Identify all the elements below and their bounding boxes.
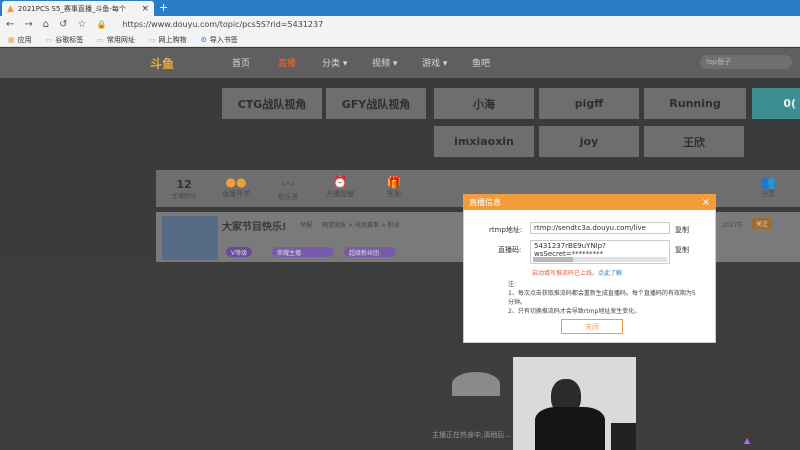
iconbar-item[interactable]: 🎁 签到 <box>372 175 416 199</box>
browser-tab[interactable]: ▲ 2021PCS S5_赛事直播_斗鱼-每个 × <box>2 1 154 16</box>
room-title: 大家节目快乐! <box>222 222 287 233</box>
room-avatar[interactable] <box>162 216 218 260</box>
nav-video[interactable]: 视频 ▾ <box>372 56 397 69</box>
bookmarks-bar: ▦ 应用 ▭ 谷歌标签 ▭ 常用网址 ▭ 网上购物 ⚙ 导入书签 <box>0 33 800 47</box>
nav-live[interactable]: 直播 <box>278 56 296 69</box>
webcam-overlay <box>513 357 636 450</box>
favicon-icon: ▲ <box>7 3 14 14</box>
lock-icon: 🔒 <box>96 20 107 29</box>
star-icon[interactable]: ☆ <box>78 19 87 30</box>
room-category[interactable]: 网游竞技 > 电竞赛事 > 职业 <box>322 220 400 229</box>
tab-title: 2021PCS S5_赛事直播_斗鱼-每个 <box>17 4 126 13</box>
bookmark-item[interactable]: ⚙ 导入书签 <box>201 35 238 45</box>
fans-badge: 超级粉丝团 <box>344 247 396 257</box>
chip-wangxin[interactable]: 王欣 <box>644 126 744 157</box>
search-input[interactable]: fop版子 <box>700 55 792 69</box>
url-input[interactable]: https://www.douyu.com/topic/pcs5S?rid=54… <box>122 20 323 29</box>
new-tab-button[interactable]: + <box>159 1 168 14</box>
bookmark-item[interactable]: ▭ 谷歌标签 <box>46 35 84 45</box>
code-scrollbar[interactable] <box>533 257 667 262</box>
grid-icon: ▦ <box>8 35 15 44</box>
chip-partial[interactable]: 0( <box>752 88 800 119</box>
report-link[interactable]: 举报 <box>300 220 312 229</box>
iconbar-item[interactable]: 〰欢乐贺 <box>266 175 310 202</box>
bookmark-item[interactable]: ▭ 常用网址 <box>97 35 135 45</box>
bookmark-apps[interactable]: ▦ 应用 <box>8 35 32 45</box>
chip-xiaohai[interactable]: 小海 <box>434 88 534 119</box>
gear-icon: ⚙ <box>200 35 207 44</box>
warning-text: 启动填写推流码已上线。点此了解 <box>532 270 623 277</box>
chip-ctg[interactable]: CTG战队视角 <box>222 88 322 119</box>
follow-button[interactable]: 关注 <box>752 218 773 229</box>
site-nav <box>0 48 800 78</box>
iconbar-item[interactable]: 👥 分享 <box>746 175 790 199</box>
close-button[interactable]: 关闭 <box>561 319 623 334</box>
home-icon[interactable]: ⌂ <box>43 19 49 30</box>
bookmark-item[interactable]: ▭ 网上购物 <box>149 35 187 45</box>
douyu-logo[interactable]: 斗鱼 <box>150 52 200 74</box>
back-icon[interactable]: ← <box>6 19 14 30</box>
close-tab-icon[interactable]: × <box>141 4 149 14</box>
chair <box>611 423 636 450</box>
nav-yuba[interactable]: 鱼吧 <box>472 56 490 69</box>
dialog-notes: 注: 1、每次点击获取推流码都会重新生成直播码。每个直播码的有效期为5分钟。 2… <box>508 281 696 315</box>
chip-pigff[interactable]: pigff <box>539 88 639 119</box>
stream-status: 主播正在热身中,请稍后... <box>432 431 511 439</box>
folder-icon: ▭ <box>45 35 53 44</box>
chip-gfy[interactable]: GFY战队视角 <box>326 88 426 119</box>
learn-more-link[interactable]: 点此了解 <box>598 270 622 277</box>
folder-icon: ▭ <box>97 35 104 44</box>
folder-icon: ▭ <box>148 35 156 44</box>
rtmp-label: rtmp地址: <box>489 226 523 234</box>
iconbar-item[interactable]: ●● 直播开学 <box>214 175 258 199</box>
nav-home[interactable]: 首页 <box>232 56 250 69</box>
fans-count: 2017万 <box>722 222 744 229</box>
code-label: 直播码: <box>498 246 522 254</box>
address-bar: ← → ⌂ ↺ ☆ 🔒 https://www.douyu.com/topic/… <box>0 16 800 33</box>
anchor-points[interactable]: 12 主播积分 <box>162 178 206 200</box>
person-body <box>535 407 605 450</box>
chip-joy[interactable]: joy <box>539 126 639 157</box>
player-logo-icon <box>452 372 500 396</box>
dialog-title: 直播信息 <box>469 197 501 207</box>
nav-category[interactable]: 分类 ▾ <box>322 56 347 69</box>
copy-code-button[interactable]: 复制 <box>675 245 689 255</box>
nav-game[interactable]: 游戏 ▾ <box>422 56 447 69</box>
dialog-header: 直播信息 × <box>463 194 716 210</box>
iconbar-item[interactable]: ⏰ 开播提醒 <box>318 175 362 199</box>
copy-rtmp-button[interactable]: 复制 <box>675 225 689 235</box>
chip-running[interactable]: Running <box>644 88 746 119</box>
honor-badge: 荣耀主播 <box>272 247 334 257</box>
forward-icon[interactable]: → <box>24 19 32 30</box>
reload-icon[interactable]: ↺ <box>59 19 67 30</box>
cursor-icon: ▲ <box>744 436 751 445</box>
level-badge: V等级 <box>226 247 253 257</box>
chip-imxiaoxin[interactable]: imxiaoxin <box>434 126 534 157</box>
code-field[interactable]: 5431237rBE9uYNlp?wsSecret=********* <box>530 240 670 264</box>
dialog-close-icon[interactable]: × <box>702 197 710 208</box>
rtmp-field[interactable]: rtmp://sendtc3a.douyu.com/live <box>530 222 670 234</box>
